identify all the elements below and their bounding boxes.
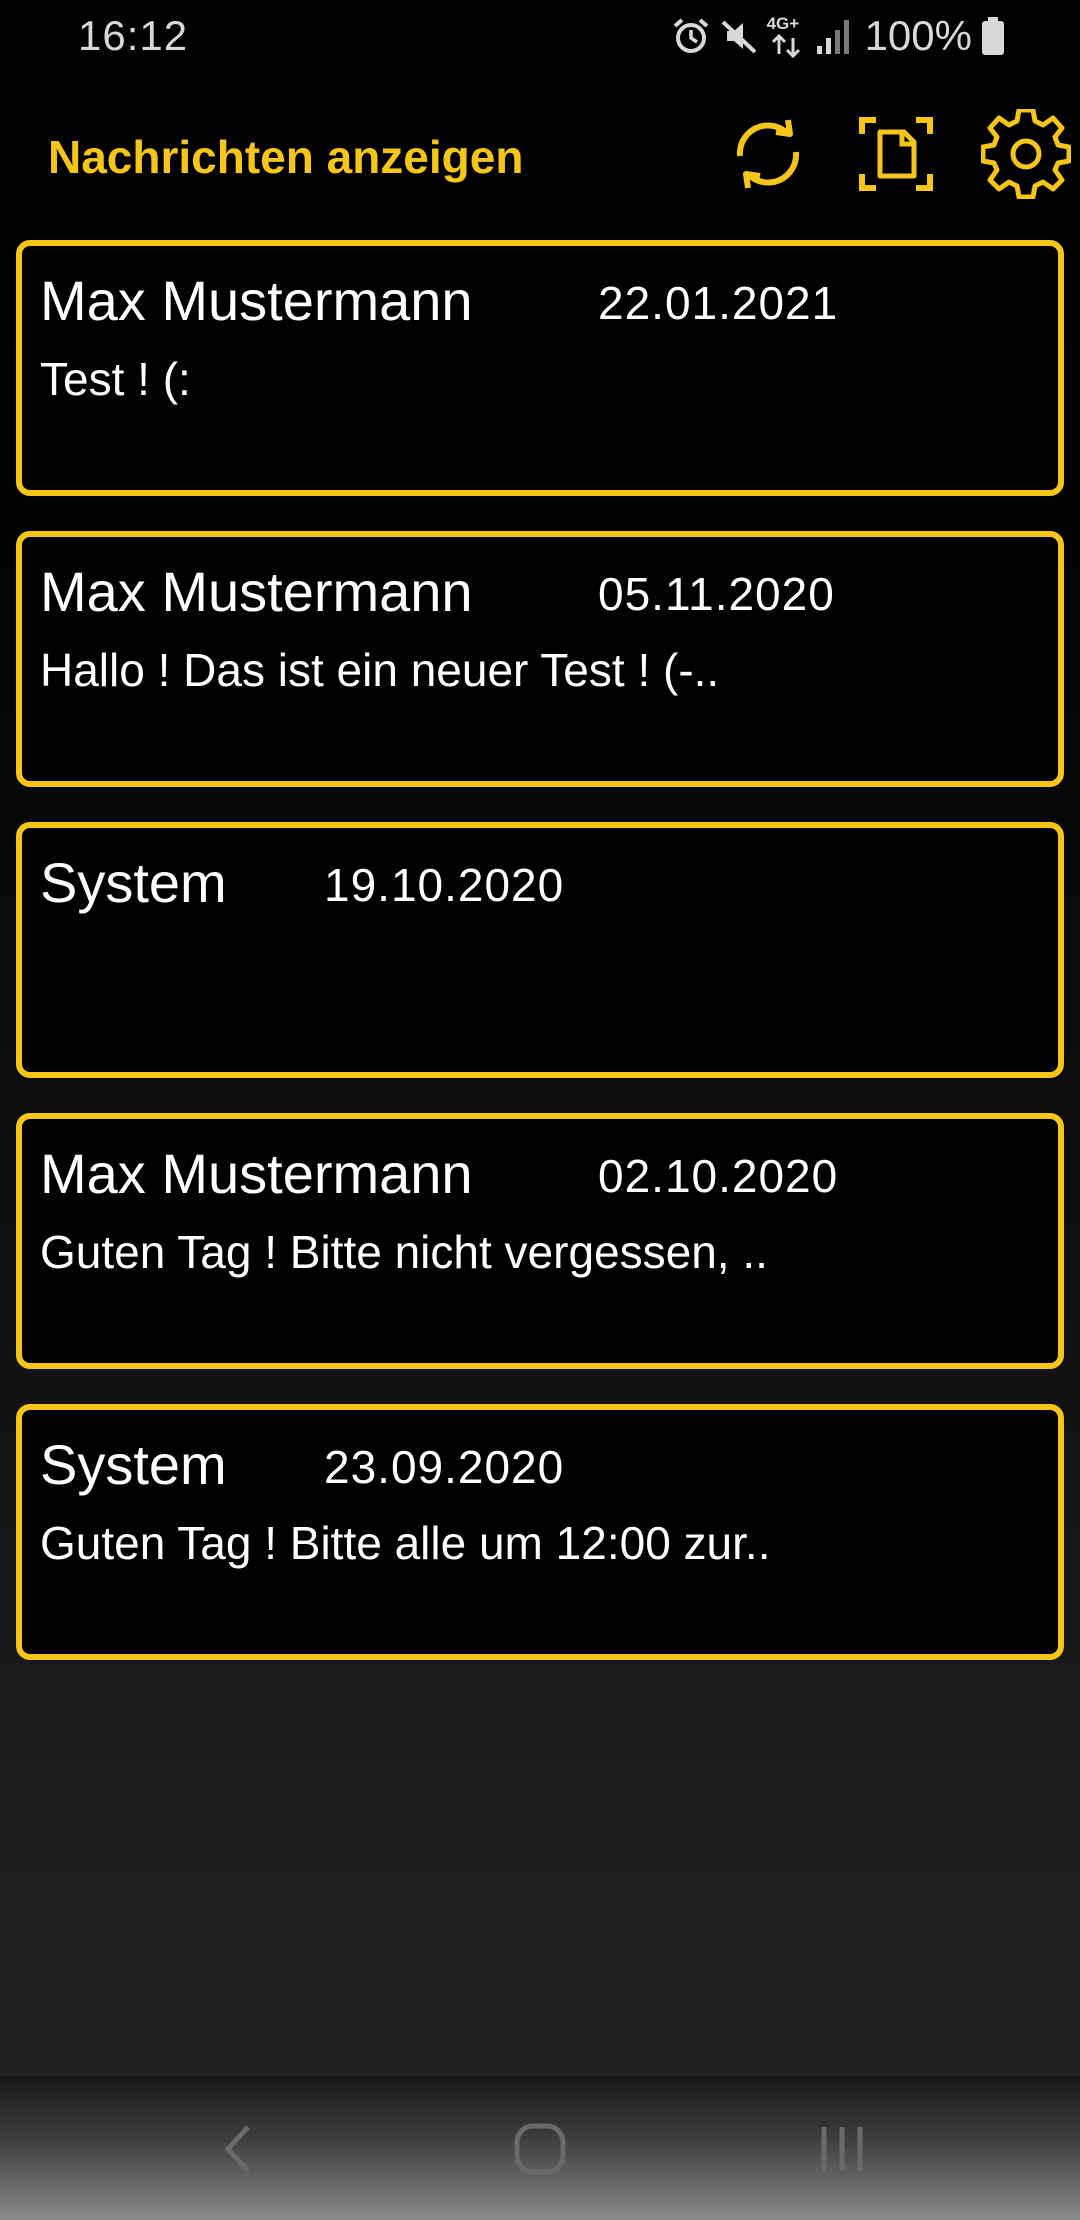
- settings-gear-icon: [980, 107, 1072, 204]
- message-sender: System: [40, 851, 227, 914]
- message-list: Max Mustermann 22.01.2021 Test ! (: Max …: [0, 240, 1080, 2076]
- message-sender: System: [40, 1433, 227, 1496]
- message-sender: Max Mustermann: [40, 269, 473, 332]
- message-card[interactable]: Max Mustermann 02.10.2020 Guten Tag ! Bi…: [16, 1113, 1064, 1369]
- status-icons: 4G+ 100%: [671, 8, 1006, 64]
- message-preview: Guten Tag ! Bitte nicht vergessen, ..: [40, 1226, 768, 1278]
- message-date: 05.11.2020: [598, 568, 835, 620]
- status-bar: 16:12 4G+ 100%: [0, 0, 1080, 72]
- document-icon: [856, 114, 936, 199]
- message-card[interactable]: Max Mustermann 22.01.2021 Test ! (:: [16, 240, 1064, 496]
- home-button[interactable]: [490, 2116, 590, 2186]
- message-date: 22.01.2021: [598, 277, 839, 329]
- status-time: 16:12: [78, 12, 189, 59]
- message-preview: Hallo ! Das ist ein neuer Test ! (-..: [40, 644, 720, 696]
- back-icon: [218, 2121, 258, 2182]
- mute-icon: [719, 16, 759, 56]
- message-card[interactable]: System 19.10.2020: [16, 822, 1064, 1078]
- battery-percent: 100%: [864, 12, 972, 59]
- message-date: 02.10.2020: [598, 1150, 839, 1202]
- refresh-icon: [726, 112, 810, 201]
- refresh-button[interactable]: [720, 108, 816, 204]
- message-preview: Guten Tag ! Bitte alle um 12:00 zur..: [40, 1517, 771, 1569]
- message-card[interactable]: System 23.09.2020 Guten Tag ! Bitte alle…: [16, 1404, 1064, 1660]
- alarm-icon: [671, 16, 711, 56]
- back-button[interactable]: [188, 2116, 288, 2186]
- app-bar: Nachrichten anzeigen: [0, 72, 1080, 240]
- home-icon: [512, 2121, 568, 2182]
- message-date: 19.10.2020: [324, 859, 565, 911]
- signal-icon: [815, 16, 853, 56]
- recents-button[interactable]: [792, 2116, 892, 2186]
- message-preview: Test ! (:: [40, 353, 191, 405]
- message-sender: Max Mustermann: [40, 560, 473, 623]
- message-date: 23.09.2020: [324, 1441, 565, 1493]
- page-title: Nachrichten anzeigen: [48, 131, 524, 183]
- settings-button[interactable]: [978, 107, 1074, 204]
- document-button[interactable]: [848, 108, 944, 204]
- network-4g-icon: 4G+: [767, 14, 807, 58]
- message-card[interactable]: Max Mustermann 05.11.2020 Hallo ! Das is…: [16, 531, 1064, 787]
- battery-icon: [980, 15, 1006, 57]
- navigation-bar: [0, 2076, 1080, 2220]
- recents-icon: [817, 2121, 867, 2182]
- message-sender: Max Mustermann: [40, 1142, 473, 1205]
